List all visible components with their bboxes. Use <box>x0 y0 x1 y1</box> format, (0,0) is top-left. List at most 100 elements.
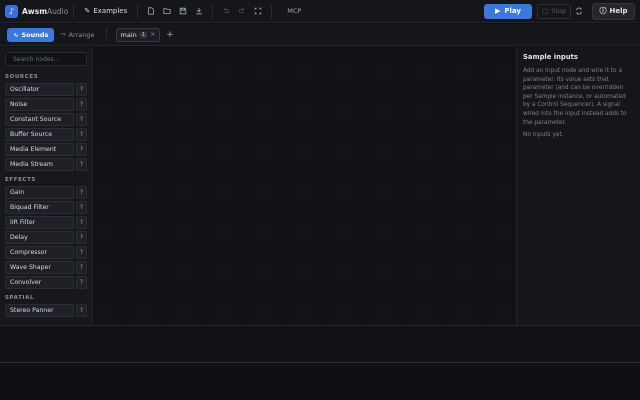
add-tab-button[interactable]: + <box>166 30 174 40</box>
app-brand: AwsmAudio <box>22 7 68 16</box>
node-item[interactable]: IIR Filter <box>5 216 74 229</box>
toolbar-divider <box>137 4 139 18</box>
graph-tab-name: main <box>120 30 137 39</box>
node-item[interactable]: Media Stream <box>5 158 74 171</box>
node-item[interactable]: Delay <box>5 231 74 244</box>
download-icon <box>196 7 203 15</box>
loop-icon <box>576 7 582 15</box>
section-title: SPATIAL <box>5 295 35 301</box>
undo-button[interactable] <box>218 4 234 19</box>
wave-icon: ∿ <box>13 30 19 39</box>
mcp-button[interactable]: MCP <box>287 7 301 15</box>
node-row: Constant Source? <box>5 113 87 126</box>
help-label: Help <box>609 7 628 15</box>
node-help-button[interactable]: ? <box>76 246 87 259</box>
node-palette: SOURCESOscillator?Noise?Constant Source?… <box>0 47 93 325</box>
tab-sounds[interactable]: ∿ Sounds <box>7 27 55 42</box>
fit-view-button[interactable] <box>250 4 266 19</box>
toolbar-divider <box>73 4 75 18</box>
node-help-button[interactable]: ? <box>76 261 87 274</box>
graph-tab-count: 1 <box>139 31 148 38</box>
search-box <box>5 52 87 66</box>
node-help-button[interactable]: ? <box>76 113 87 126</box>
play-button[interactable]: ▶ Play <box>484 3 532 19</box>
node-row: Noise? <box>5 98 87 111</box>
fullscreen-icon <box>255 7 262 15</box>
view-bar: ∿ Sounds ⤳ Arrange main 1 × + <box>0 24 640 46</box>
redo-button[interactable] <box>234 4 250 19</box>
node-help-button[interactable]: ? <box>76 201 87 214</box>
node-help-button[interactable]: ? <box>76 216 87 229</box>
node-item[interactable]: Media Element <box>5 143 74 156</box>
node-help-button[interactable]: ? <box>76 158 87 171</box>
node-row: Gain? <box>5 186 87 199</box>
node-row: Oscillator? <box>5 83 87 96</box>
play-label: Play <box>504 7 521 15</box>
section-title: EFFECTS <box>5 177 36 183</box>
node-help-button[interactable]: ? <box>76 143 87 156</box>
brand-sub: Audio <box>47 6 69 16</box>
arrange-icon: ⤳ <box>60 30 66 38</box>
stop-button[interactable]: □ Stop <box>537 3 571 19</box>
help-circle-icon: ⓘ <box>599 7 607 15</box>
palette-sections: SOURCES Oscillator? Noise? Constant Source?… <box>0 70 92 317</box>
folder-icon <box>163 8 171 14</box>
open-folder-button[interactable] <box>159 4 175 19</box>
node-help-button[interactable]: ? <box>76 276 87 289</box>
graph-tab-main[interactable]: main 1 × <box>115 27 161 42</box>
node-row: Convolver? <box>5 276 87 289</box>
loop-button[interactable] <box>571 4 587 19</box>
sounds-label: Sounds <box>21 30 49 39</box>
new-file-icon <box>148 7 155 15</box>
inspector-description: Add an Input node and wire it to a param… <box>523 68 627 126</box>
examples-button[interactable]: ✎ Examples <box>79 4 132 19</box>
node-item[interactable]: Compressor <box>5 246 74 259</box>
node-help-button[interactable]: ? <box>76 128 87 141</box>
help-button[interactable]: ⓘ Help <box>592 2 635 20</box>
brand-main: Awsm <box>22 6 48 16</box>
graph-canvas[interactable] <box>94 47 515 325</box>
wand-icon: ✎ <box>84 7 91 15</box>
search-input[interactable] <box>13 55 83 63</box>
node-item[interactable]: Wave Shaper <box>5 261 74 274</box>
node-item[interactable]: Stereo Panner <box>5 304 74 317</box>
play-icon: ▶ <box>495 7 501 15</box>
node-row: Wave Shaper? <box>5 261 87 274</box>
node-item[interactable]: Biquad Filter <box>5 201 74 214</box>
node-item[interactable]: Gain <box>5 186 74 199</box>
bottom-panel <box>0 325 640 362</box>
download-button[interactable] <box>191 4 207 19</box>
undo-icon <box>224 7 230 13</box>
node-help-button[interactable]: ? <box>76 186 87 199</box>
toolbar-divider <box>271 4 273 18</box>
node-item[interactable]: Constant Source <box>5 113 74 126</box>
inspector-empty-state: No inputs yet. <box>523 132 564 139</box>
tab-arrange[interactable]: ⤳ Arrange <box>54 28 100 42</box>
node-row: IIR Filter? <box>5 216 87 229</box>
node-help-button[interactable]: ? <box>76 304 87 317</box>
save-button[interactable] <box>175 4 191 19</box>
examples-label: Examples <box>93 7 128 15</box>
status-area <box>0 362 640 400</box>
node-row: Media Stream? <box>5 158 87 171</box>
inspector-title: Sample inputs <box>523 53 578 61</box>
inspector-panel: Sample inputs Add an Input node and wire… <box>516 47 640 325</box>
node-item[interactable]: Noise <box>5 98 74 111</box>
node-row: Stereo Panner? <box>5 304 87 317</box>
view-divider <box>105 28 107 41</box>
node-help-button[interactable]: ? <box>76 98 87 111</box>
node-item[interactable]: Buffer Source <box>5 128 74 141</box>
new-file-button[interactable] <box>143 4 159 19</box>
node-row: Delay? <box>5 231 87 244</box>
toolbar-divider <box>212 4 214 18</box>
node-help-button[interactable]: ? <box>76 231 87 244</box>
node-help-button[interactable]: ? <box>76 83 87 96</box>
close-icon[interactable]: × <box>150 31 155 38</box>
node-item[interactable]: Convolver <box>5 276 74 289</box>
redo-icon <box>239 7 245 13</box>
stop-label: Stop <box>551 7 566 15</box>
node-row: Buffer Source? <box>5 128 87 141</box>
top-toolbar: ♪ AwsmAudio ✎ Examples MCP ▶ Play □ Stop <box>0 0 640 23</box>
node-item[interactable]: Oscillator <box>5 83 74 96</box>
node-row: Media Element? <box>5 143 87 156</box>
